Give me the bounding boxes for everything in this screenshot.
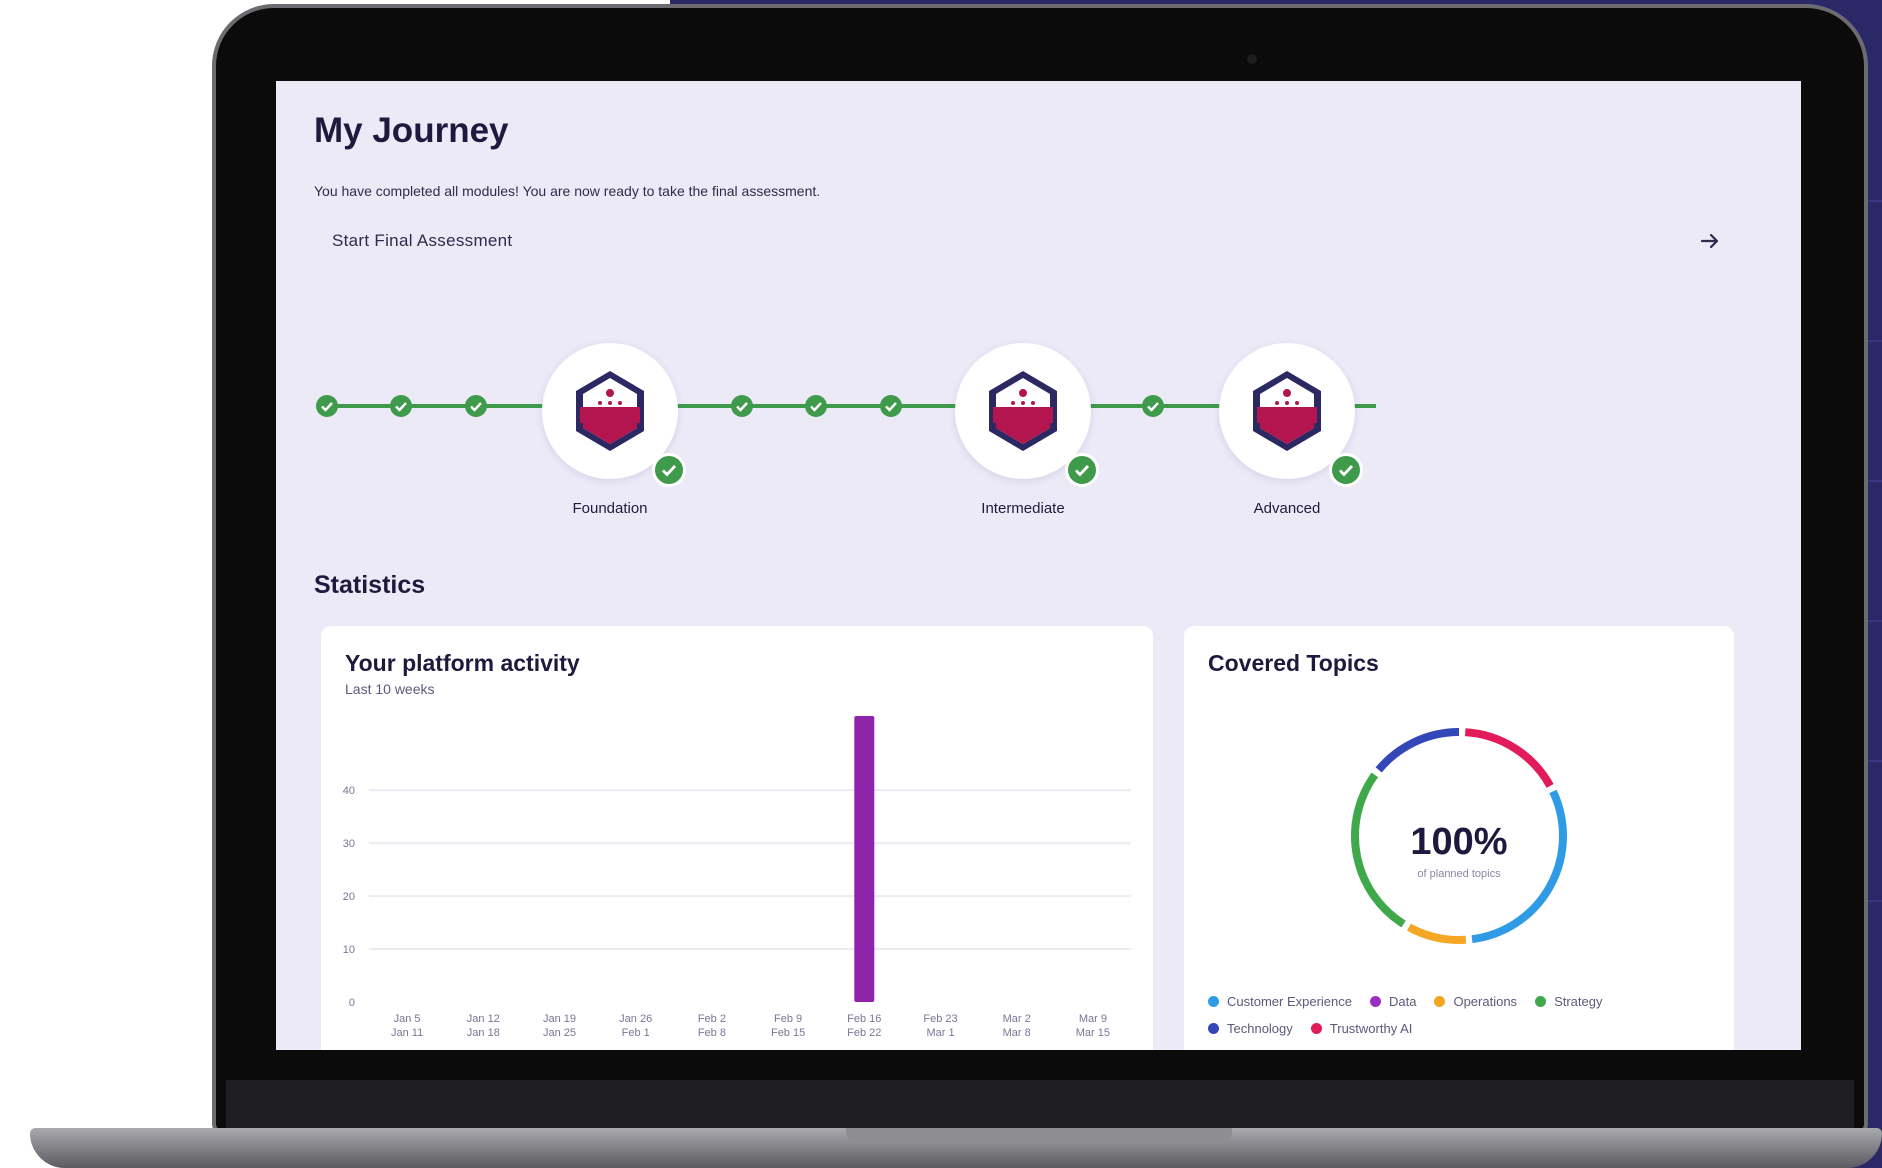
legend-dot-icon [1208,996,1219,1007]
x-tick-label: Jan 26 [619,1013,652,1025]
topics-legend: Customer Experience Data Operations Strateg… [1208,994,1648,1036]
legend-item[interactable]: Customer Experience [1208,994,1352,1009]
x-tick-label: Mar 9 [1079,1013,1107,1025]
legend-label: Data [1389,994,1417,1009]
legend-item[interactable]: Strategy [1535,994,1602,1009]
legend-dot-icon [1434,996,1446,1007]
intermediate-badge-icon [989,371,1057,451]
x-tick-label: Jan 11 [391,1027,423,1039]
legend-dot-icon [1535,996,1547,1007]
milestone-label-foundation: Foundation [572,500,648,517]
y-tick-label: 10 [343,944,355,956]
laptop-hinge [226,1080,1854,1128]
y-tick-label: 0 [349,997,355,1009]
x-tick-label: Mar 8 [1003,1027,1031,1039]
app-screen: My Journey You have completed all module… [276,81,1801,1050]
legend-dot-icon [1370,996,1381,1007]
legend-dot-icon [1208,1023,1219,1034]
y-tick-label: 30 [343,838,355,850]
x-tick-label: Feb 8 [698,1027,726,1039]
topics-card: Covered Topics 100% of planned topics Cu… [1184,626,1734,1050]
arrow-right-icon [1700,233,1719,249]
legend-label: Operations [1453,994,1518,1009]
activity-bar[interactable] [854,716,875,1002]
foundation-badge-icon [576,371,644,451]
completion-message: You have completed all modules! You are … [314,183,821,199]
page-title: My Journey [314,111,509,150]
start-final-assessment-button[interactable]: Start Final Assessment [314,221,1744,261]
milestone-intermediate[interactable] [955,343,1099,487]
topics-percent-label: of planned topics [1417,868,1501,880]
donut-segment[interactable] [1406,923,1467,944]
advanced-badge-icon [1253,371,1321,451]
donut-center: 100% of planned topics [1384,821,1534,880]
milestone-complete-icon [1065,453,1099,487]
legend-label: Trustworthy AI [1329,1021,1413,1036]
legend-label: Customer Experience [1227,994,1352,1009]
milestone-complete-icon [1329,453,1363,487]
milestone-advanced[interactable] [1219,343,1363,487]
y-tick-label: 40 [343,785,355,797]
x-tick-label: Mar 1 [926,1027,954,1039]
x-tick-label: Feb 2 [698,1013,726,1025]
legend-item[interactable]: Trustworthy AI [1310,1021,1413,1036]
statistics-heading: Statistics [314,571,426,599]
x-tick-label: Jan 18 [467,1027,500,1039]
camera-icon [1247,54,1257,64]
journey-timeline: Foundation Intermediate Advanced [276,343,1801,551]
legend-item[interactable]: Technology [1208,1021,1293,1036]
milestone-label-advanced: Advanced [1253,500,1321,517]
donut-segment[interactable] [1375,728,1460,773]
activity-card: Your platform activity Last 10 weeks 0 10… [321,626,1153,1050]
x-tick-label: Jan 5 [394,1013,421,1025]
milestone-foundation[interactable] [542,343,686,487]
activity-bar-chart: 0 10 20 30 40 Jan 5 Jan 11 Jan 12 Jan 18 Jan 19 Ja… [343,716,1131,1039]
legend-label: Strategy [1554,994,1603,1009]
step-complete-icon [880,395,902,417]
x-tick-label: Feb 23 [923,1013,957,1025]
milestone-label-intermediate: Intermediate [981,500,1065,517]
laptop-notch [846,1128,1232,1142]
legend-item[interactable]: Data [1370,994,1416,1009]
x-tick-label: Jan 12 [467,1013,500,1025]
x-tick-label: Mar 2 [1003,1013,1031,1025]
x-tick-label: Feb 15 [771,1027,805,1039]
legend-label: Technology [1227,1021,1293,1036]
y-tick-label: 20 [343,891,355,903]
legend-item[interactable]: Operations [1434,994,1517,1009]
x-tick-label: Feb 9 [774,1013,802,1025]
x-tick-label: Feb 22 [847,1027,881,1039]
step-complete-icon [1142,395,1164,417]
legend-dot-icon [1310,1023,1322,1034]
x-tick-label: Feb 1 [622,1027,650,1039]
x-tick-label: Jan 25 [543,1027,576,1039]
x-tick-label: Mar 15 [1076,1027,1110,1039]
x-tick-label: Jan 19 [543,1013,576,1025]
x-tick-label: Feb 16 [847,1013,881,1025]
milestone-complete-icon [652,453,686,487]
step-complete-icon [390,395,412,417]
step-complete-icon [731,395,753,417]
step-complete-icon [316,395,338,417]
topics-percent: 100% [1410,821,1508,863]
step-complete-icon [805,395,827,417]
donut-segment[interactable] [1464,728,1554,788]
start-final-assessment-label: Start Final Assessment [332,231,513,250]
step-complete-icon [465,395,487,417]
